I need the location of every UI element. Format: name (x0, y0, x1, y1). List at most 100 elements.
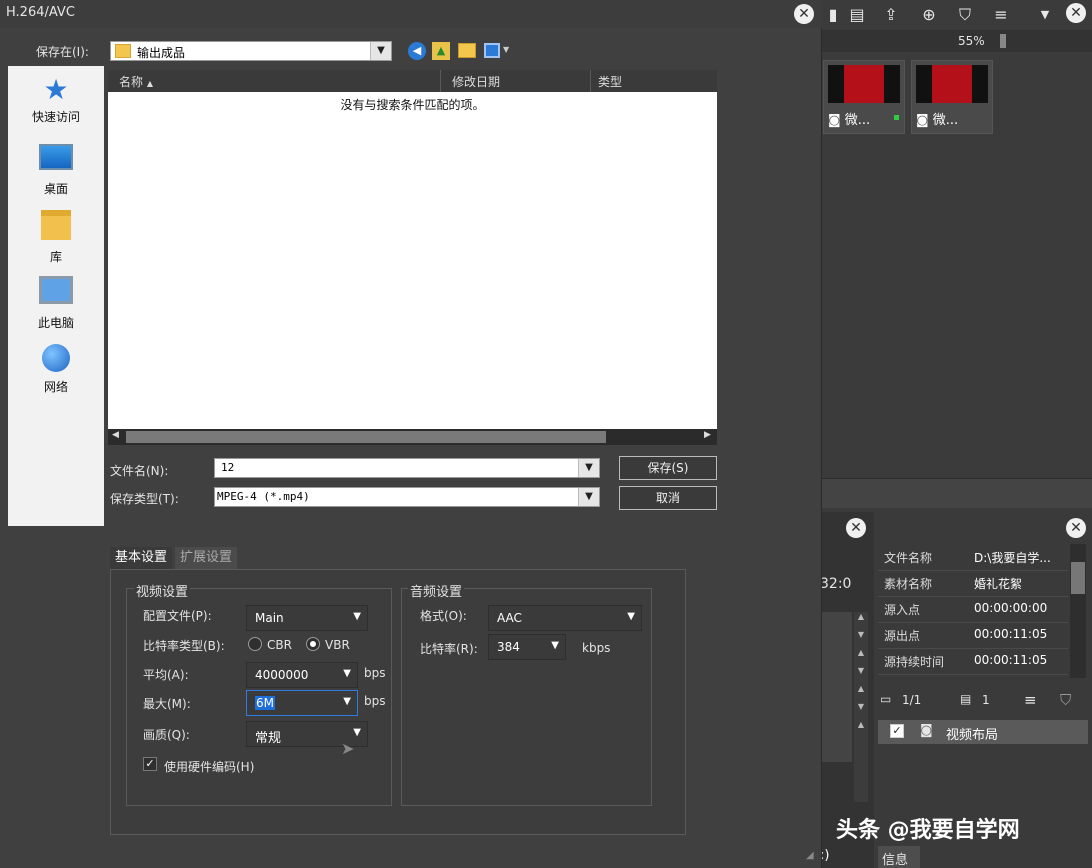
close-icon[interactable]: ✕ (846, 518, 866, 538)
camera-icon: ◙ (828, 113, 841, 128)
place-this-pc[interactable]: 此电脑 (8, 276, 104, 331)
profile-select[interactable]: Main ▼ (246, 605, 368, 631)
close-icon[interactable]: ✕ (1066, 518, 1086, 538)
chevron-down-icon[interactable]: ▼ (370, 42, 391, 60)
video-group-title: 视频设置 (134, 581, 191, 600)
horizontal-scrollbar[interactable]: ◀ ▶ (108, 429, 717, 445)
place-network[interactable]: 网络 (8, 344, 104, 395)
save-in-value: 输出成品 (137, 46, 186, 60)
filetype-label: 保存类型(T): (110, 492, 179, 506)
toolbar-icon-partial[interactable]: ▮ (822, 4, 844, 26)
chevron-down-icon[interactable]: ▼ (578, 488, 599, 506)
dialog-title: H.264/AVC (6, 5, 75, 20)
layer-count: 1 (982, 693, 990, 707)
file-list-header: 名称 ▲ 修改日期 类型 (108, 70, 717, 92)
save-dialog: H.264/AVC ✕ 保存在(I): 输出成品 ▼ ◀ ▲ ▼ ★ 快速访问 … (0, 0, 822, 868)
file-list[interactable]: 没有与搜索条件匹配的项。 (108, 70, 717, 430)
export-icon[interactable]: ⇪ (880, 4, 902, 26)
filename-label: 文件名(N): (110, 464, 169, 478)
network-icon (42, 344, 70, 372)
media-thumbnail[interactable]: ◙ 微... (911, 60, 993, 134)
chevron-down-icon[interactable]: ▼ (503, 45, 509, 54)
max-bitrate-select[interactable]: 6M ▼ (246, 690, 358, 716)
chevron-down-icon[interactable]: ▼ (578, 459, 599, 477)
up-folder-icon[interactable]: ▲ (432, 42, 450, 60)
status-dot (894, 115, 899, 120)
filetype-value: MPEG-4 (*.mp4) (217, 490, 310, 503)
filename-field[interactable]: 12 ▼ (214, 458, 600, 478)
audio-bitrate-select[interactable]: 384 ▼ (488, 634, 566, 660)
quality-value: 常规 (255, 731, 282, 746)
properties-scrollbar[interactable] (1070, 544, 1086, 678)
thumbnail-image (828, 65, 900, 103)
close-icon[interactable]: ✕ (1066, 3, 1086, 23)
dropdown-icon[interactable]: ▼ (1034, 4, 1056, 26)
new-folder-icon[interactable] (458, 43, 476, 58)
max-value: 6M (255, 696, 275, 710)
chevron-down-icon: ▼ (353, 727, 361, 738)
property-row: 源入点 00:00:00:00 (878, 596, 1068, 623)
cbr-radio[interactable] (248, 637, 262, 651)
library-folder-icon (41, 210, 71, 240)
vbr-radio[interactable] (306, 637, 320, 651)
chevron-down-icon: ▼ (353, 611, 361, 622)
scroll-right-icon[interactable]: ▶ (704, 430, 711, 440)
place-desktop[interactable]: 桌面 (8, 144, 104, 197)
hw-encode-label: 使用硬件编码(H) (164, 760, 255, 774)
media-thumbnail[interactable]: ◙ 微... (823, 60, 905, 134)
add-track-icon[interactable]: ⊕ (918, 4, 940, 26)
resize-grip-icon[interactable]: ◢ (806, 850, 818, 862)
sort-ascending-icon: ▲ (146, 79, 153, 88)
mouse-cursor-icon: ➤ (341, 739, 355, 758)
list-icon[interactable]: ≡ (990, 4, 1012, 26)
close-icon[interactable]: ✕ (794, 4, 814, 24)
trash-icon[interactable]: ⛉ (1060, 691, 1071, 709)
save-button[interactable]: 保存(S) (619, 456, 717, 480)
dialog-titlebar: H.264/AVC ✕ (0, 0, 822, 28)
average-value: 4000000 (255, 668, 309, 682)
audio-bitrate-value: 384 (497, 640, 520, 654)
zoom-level: 55% (958, 34, 985, 48)
average-label: 平均(A): (143, 668, 189, 682)
film-icon: ▭ (880, 692, 892, 706)
thumbnail-caption: 微... (932, 113, 959, 128)
tab-extended-settings[interactable]: 扩展设置 (175, 547, 238, 569)
place-library[interactable]: 库 (8, 210, 104, 265)
audio-bitrate-label: 比特率(R): (420, 642, 478, 656)
audio-format-select[interactable]: AAC ▼ (488, 605, 642, 631)
column-type[interactable]: 类型 (598, 73, 622, 90)
thumbnail-caption: 微... (844, 113, 871, 128)
filetype-combo[interactable]: MPEG-4 (*.mp4) ▼ (214, 487, 600, 507)
place-quick-access[interactable]: ★ 快速访问 (8, 76, 104, 125)
scrollbar-thumb[interactable] (1071, 562, 1085, 594)
list-icon[interactable]: ≡ (1024, 691, 1037, 709)
scroll-left-icon[interactable]: ◀ (112, 430, 119, 440)
layer-item[interactable]: ✓ ◙ 视频布局 (878, 720, 1088, 744)
layers-toolbar: ▭ 1/1 ▤ 1 ≡ ⛉ (876, 688, 1092, 714)
view-menu-icon[interactable] (484, 43, 500, 58)
clipboard-icon[interactable]: ▤ (846, 4, 868, 26)
audio-group-title: 音频设置 (408, 581, 465, 600)
quality-label: 画质(Q): (143, 728, 190, 742)
save-in-combo[interactable]: 输出成品 ▼ (110, 41, 392, 61)
cancel-button[interactable]: 取消 (619, 486, 717, 510)
layer-checkbox[interactable]: ✓ (890, 724, 904, 738)
property-row: 源出点 00:00:11:05 (878, 622, 1068, 649)
hw-encode-checkbox[interactable]: ✓ (143, 757, 157, 771)
format-value: AAC (497, 611, 522, 625)
document-icon[interactable]: ▤ (960, 692, 971, 706)
property-row: 素材名称 婚礼花絮 (878, 570, 1068, 597)
scrollbar-thumb[interactable] (126, 431, 606, 443)
column-date[interactable]: 修改日期 (452, 73, 500, 90)
tab-basic-settings[interactable]: 基本设置 (110, 547, 173, 569)
column-name[interactable]: 名称 ▲ (119, 73, 153, 90)
track-scrollbar[interactable]: ▲ ▼ ▲ ▼ ▲ ▼ ▲ (854, 612, 868, 802)
save-in-label: 保存在(I): (36, 45, 89, 59)
zoom-slider-handle[interactable] (1000, 34, 1006, 48)
average-bitrate-select[interactable]: 4000000 ▼ (246, 662, 358, 688)
panel-divider (820, 478, 1092, 508)
html5-icon[interactable]: ⛉ (954, 4, 976, 26)
back-icon[interactable]: ◀ (408, 42, 426, 60)
cbr-label: CBR (267, 638, 292, 652)
tab-info[interactable]: 信息 (878, 846, 920, 868)
